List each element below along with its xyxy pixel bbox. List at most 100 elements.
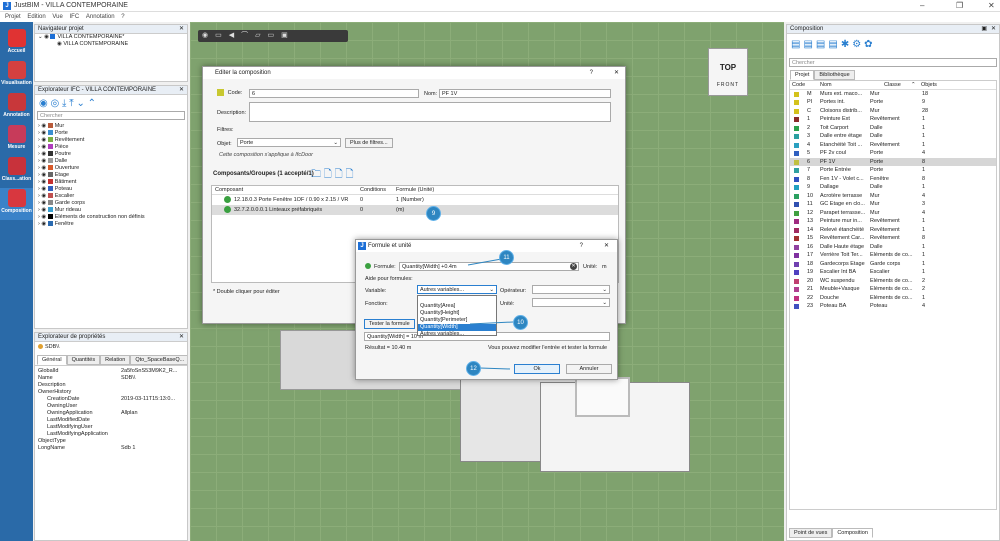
composition-row[interactable]: 6 PF 1V Porte 8: [790, 157, 996, 166]
tab-relation[interactable]: Relation: [100, 355, 131, 365]
composition-row[interactable]: M Murs ext. maco... Mur 18: [790, 90, 996, 99]
menu-edition[interactable]: Edition: [27, 12, 45, 22]
expand-arrow-icon[interactable]: › ◉: [38, 200, 48, 206]
tab-qto[interactable]: Qto_SpaceBaseQ...: [130, 355, 187, 365]
help-icon[interactable]: ?: [580, 240, 583, 252]
composition-row[interactable]: 3 Dalle entre étage Dalle 1: [790, 132, 996, 141]
close-icon[interactable]: ✕: [179, 86, 184, 95]
eye-icon[interactable]: ◉: [39, 98, 48, 109]
close-icon[interactable]: ✕: [614, 67, 619, 79]
code-input[interactable]: 6: [249, 89, 419, 98]
expand-arrow-icon[interactable]: › ◉: [38, 151, 48, 157]
tree-item-project[interactable]: ⌄ ◉ VILLA CONTEMPORAINE*: [35, 34, 187, 41]
close-icon[interactable]: ✕: [179, 25, 184, 34]
ifc-tree-item[interactable]: › ◉ Poteau: [35, 186, 187, 193]
expand-arrow-icon[interactable]: › ◉: [38, 165, 48, 171]
delete-component-icon[interactable]: 🗋: [345, 169, 353, 180]
formula-input[interactable]: Quantity[Width] +0.4m: [399, 262, 579, 271]
pin-icon[interactable]: ▣: [981, 25, 987, 34]
expand-arrow-icon[interactable]: › ◉: [38, 144, 48, 150]
copy-icon[interactable]: ▤: [828, 39, 840, 50]
ifc-tree-item[interactable]: › ◉ Mur: [35, 123, 187, 130]
ifc-search-input[interactable]: Chercher: [37, 111, 185, 120]
expand-arrow-icon[interactable]: › ◉: [38, 193, 48, 199]
composition-row[interactable]: 7 Porte Entrée Porte 1: [790, 166, 996, 175]
component-row[interactable]: 12.18.0.3 Porte Fenêtre 1OF / 0.90 x 2.1…: [212, 195, 618, 205]
settings-icon[interactable]: ⚙: [852, 39, 864, 50]
ifc-tree-item[interactable]: › ◉ Porte: [35, 130, 187, 137]
sort-icon[interactable]: ⌃: [911, 81, 916, 90]
composition-row[interactable]: 2 Toit Carport Dalle 1: [790, 124, 996, 133]
unit-select[interactable]: ⌄: [532, 298, 610, 307]
expand-arrow-icon[interactable]: › ◉: [38, 221, 48, 227]
ifc-tree-item[interactable]: › ◉ Garde corps: [35, 200, 187, 207]
ifc-tree-item[interactable]: › ◉ Revêtement: [35, 137, 187, 144]
description-input[interactable]: [249, 102, 611, 122]
import-icon[interactable]: ▤: [791, 39, 803, 50]
ifc-tree-item[interactable]: › ◉ Dalle: [35, 158, 187, 165]
operator-select[interactable]: ⌄: [532, 285, 610, 294]
tab-general[interactable]: Général: [37, 355, 67, 365]
option-area[interactable]: Quantity[Area]: [418, 303, 496, 310]
ifc-tree-item[interactable]: › ◉ Ouverture: [35, 165, 187, 172]
tab-projet[interactable]: Projet: [790, 70, 815, 80]
menu-annotation[interactable]: Annotation: [86, 12, 115, 22]
ifc-tree-item[interactable]: › ◉ Fenêtre: [35, 221, 187, 228]
name-input[interactable]: PF 1V: [439, 89, 611, 98]
expand-all-icon[interactable]: ⤓: [62, 98, 66, 109]
view-cube[interactable]: TOP FRONT: [708, 48, 748, 96]
option-perimeter[interactable]: Quantity[Perimeter]: [418, 317, 496, 324]
minimize-button[interactable]: –: [920, 1, 924, 10]
edit-component-icon[interactable]: 🗋: [335, 169, 343, 180]
ifc-tree-item[interactable]: › ◉ Pièce: [35, 144, 187, 151]
export-icon[interactable]: ▤: [803, 39, 815, 50]
chevron-down-icon[interactable]: ⌄: [76, 98, 84, 109]
tab-composition[interactable]: Composition: [832, 528, 873, 538]
tree-item-model[interactable]: ◉ VILLA CONTEMPORAINE: [35, 41, 187, 48]
palette-icon[interactable]: ✿: [864, 39, 875, 50]
expand-arrow-icon[interactable]: › ◉: [38, 137, 48, 143]
ok-button[interactable]: Ok: [514, 364, 560, 374]
composition-row[interactable]: C Cloisons distrib... Mur 28: [790, 107, 996, 116]
expand-arrow-icon[interactable]: › ◉: [38, 214, 48, 220]
cancel-button[interactable]: Annuler: [566, 364, 612, 374]
apply-icon[interactable]: ✱: [841, 39, 852, 50]
chevron-up-icon[interactable]: ⌃: [88, 98, 96, 109]
composition-row[interactable]: PI Portes int. Porte 9: [790, 98, 996, 107]
view-cube-front[interactable]: FRONT: [709, 82, 747, 88]
ifc-tree-item[interactable]: › ◉ Mur rideau: [35, 207, 187, 214]
composition-row[interactable]: 16 Dalle Haute étage Dalle 1: [790, 243, 996, 252]
composition-row[interactable]: 1 Peinture Ext Revêtement 1: [790, 115, 996, 124]
expand-arrow-icon[interactable]: › ◉: [38, 130, 48, 136]
new-composition-icon[interactable]: ▤: [816, 39, 828, 50]
composition-row[interactable]: 14 Relevé étanchéité Revêtement 1: [790, 226, 996, 235]
maximize-button[interactable]: ❐: [956, 1, 963, 10]
ifc-tree-item[interactable]: › ◉ Bâtiment: [35, 179, 187, 186]
eye-off-icon[interactable]: ◎: [51, 98, 60, 109]
ifc-tree-item[interactable]: › ◉ Eléments de construction non définis: [35, 214, 187, 221]
expand-arrow-icon[interactable]: › ◉: [38, 172, 48, 178]
option-height[interactable]: Quantity[Height]: [418, 310, 496, 317]
composition-row[interactable]: 19 Escalier Int BA Escalier 1: [790, 268, 996, 277]
expand-arrow-icon[interactable]: › ◉: [38, 186, 48, 192]
composition-row[interactable]: 12 Parapet terrasse... Mur 4: [790, 209, 996, 218]
add-component-icon[interactable]: 🗋: [324, 169, 332, 180]
close-button[interactable]: ✕: [988, 1, 995, 10]
close-icon[interactable]: ✕: [604, 240, 609, 252]
composition-row[interactable]: 9 Dallage Dalle 1: [790, 183, 996, 192]
color-swatch[interactable]: [217, 89, 224, 96]
module-annotation[interactable]: Annotation: [0, 92, 33, 124]
composition-row[interactable]: 23 Poteau BA Poteau 4: [790, 302, 996, 311]
menu-ifc[interactable]: IFC: [70, 12, 80, 22]
composition-row[interactable]: 10 Acrotère terrasse Mur 4: [790, 192, 996, 201]
ifc-tree-item[interactable]: › ◉ Etage: [35, 172, 187, 179]
close-icon[interactable]: ✕: [991, 25, 996, 34]
composition-row[interactable]: 20 WC suspendu Eléments de co... 2: [790, 277, 996, 286]
composition-row[interactable]: 22 Douche Eléments de co... 1: [790, 294, 996, 303]
view-tools-icon[interactable]: ◉▭◀⌒▱▭▣: [198, 32, 295, 39]
expand-arrow-icon[interactable]: › ◉: [38, 123, 48, 129]
tab-bibliotheque[interactable]: Bibliothèque: [814, 70, 855, 80]
composition-row[interactable]: 11 GC Etage en clo... Mur 3: [790, 200, 996, 209]
help-icon[interactable]: ?: [590, 67, 593, 79]
clear-icon[interactable]: ✕: [570, 263, 577, 270]
